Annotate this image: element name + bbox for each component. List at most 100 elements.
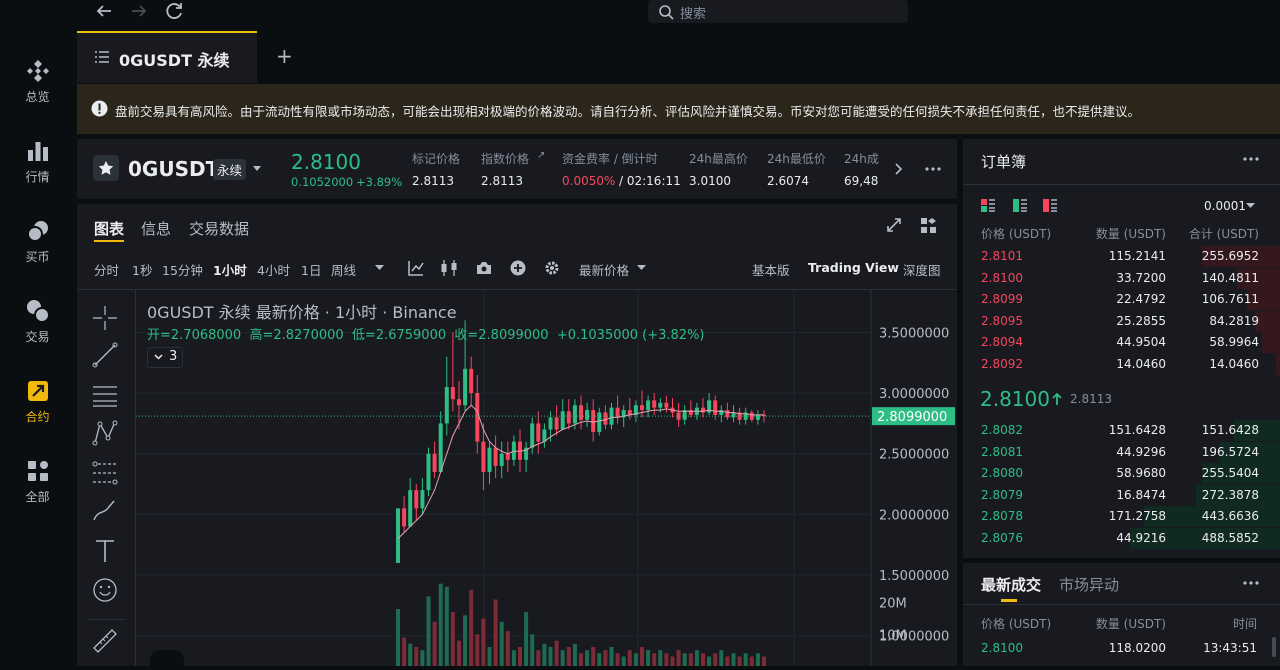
bid-row[interactable]: 2.807916.8474272.3878 [963,485,1280,506]
order-total: 14.0460 [1209,357,1259,371]
volume-bar [420,650,424,666]
price-type-select[interactable]: 最新价格 [579,260,629,279]
chevron-down-icon[interactable] [1246,203,1255,209]
funding-rate-value: 0.0050% [562,174,615,188]
favorite-button[interactable] [93,155,119,181]
chevron-right-icon[interactable] [895,163,903,175]
risk-warning-banner: 盘前交易具有高风险。由于流动性有限或市场动态，可能会出现相对极端的价格波动。请自… [77,84,1280,134]
indicator-toggle[interactable]: 3 [147,347,183,368]
camera-icon[interactable] [476,261,492,275]
left-sidebar: 总览 行情 买币 交易 合约 全部 [0,30,75,666]
bid-row[interactable]: 2.808058.9680255.5404 [963,463,1280,484]
chevron-down-icon[interactable] [253,166,261,172]
ask-row[interactable]: 2.809214.046014.0460 [963,354,1280,375]
order-book: 订单簿 0.0001 价格 (USDT) 数量 (USDT) 合计 (USDT)… [963,139,1280,558]
emoji-icon[interactable] [92,577,118,603]
interval-weekly[interactable]: 周线 [331,260,356,279]
external-link-icon[interactable]: ↗ [537,150,545,161]
interval-15m[interactable]: 15分钟 [162,260,203,279]
trendline-icon[interactable] [92,342,118,368]
bid-row[interactable]: 2.807644.9216488.5852 [963,528,1280,549]
price-type-dropdown-icon[interactable] [637,265,646,271]
interval-1d[interactable]: 1日 [301,260,321,279]
sidebar-item-buy-crypto[interactable]: 买币 [0,218,75,288]
forward-arrow-icon[interactable] [130,3,148,19]
search-placeholder: 搜索 [680,3,706,22]
view-asks-icon[interactable] [1043,199,1057,212]
ask-row[interactable]: 2.8101115.2141255.6952 [963,246,1280,267]
candle-body [512,442,516,460]
ob-header-price: 价格 (USDT) [981,225,1051,242]
tab-recent-trades[interactable]: 最新成交 [981,574,1041,595]
candle-body [457,399,461,405]
funding-countdown: / 02:16:11 [619,174,681,188]
volume-bar [475,634,479,666]
indicator-icon[interactable] [408,260,424,276]
sidebar-item-futures[interactable]: 合约 [0,378,75,448]
volume-bar [750,657,754,667]
price-tick-label: 3.5000000 [879,326,949,341]
back-arrow-icon[interactable] [95,3,113,19]
tab-market-movers[interactable]: 市场异动 [1059,574,1119,595]
view-basic[interactable]: 基本版 [752,260,790,279]
pattern-icon[interactable] [92,420,118,446]
view-tradingview[interactable]: Trading View [808,260,899,275]
bid-row[interactable]: 2.8078171.2758443.6636 [963,506,1280,527]
more-icon[interactable] [1243,157,1259,161]
sidebar-item-markets[interactable]: 行情 [0,138,75,208]
view-both-icon[interactable] [981,199,995,212]
price-tick-label: 2.0000000 [879,508,949,523]
sidebar-item-trade[interactable]: 交易 [0,298,75,368]
candlestick-chart[interactable]: 3.50000003.00000002.50000002.00000001.50… [136,290,957,666]
ask-row[interactable]: 2.810033.7200140.4811 [963,268,1280,289]
volume-bar [439,584,443,666]
order-qty: 44.9504 [1116,335,1166,349]
bid-row[interactable]: 2.808144.9296196.5724 [963,442,1280,463]
candle-type-icon[interactable] [440,260,458,276]
volume-bar [762,657,766,667]
ruler-icon[interactable] [92,628,118,654]
ask-row[interactable]: 2.809525.285584.2819 [963,311,1280,332]
interval-timeline[interactable]: 分时 [94,260,119,279]
interval-dropdown-icon[interactable] [375,265,384,271]
horizontal-lines-icon[interactable] [92,382,118,408]
text-tool-icon[interactable] [92,538,118,564]
interval-4h[interactable]: 4小时 [257,260,290,279]
brush-icon[interactable] [92,498,118,524]
view-bids-icon[interactable] [1013,199,1027,212]
tab-chart[interactable]: 图表 [94,218,124,239]
refresh-icon[interactable] [164,1,184,21]
add-tab-button[interactable]: + [276,44,293,68]
volume-bar [695,650,699,666]
layout-icon[interactable] [921,218,936,233]
ticker-symbol[interactable]: 0GUSDT [128,157,219,181]
more-icon[interactable] [925,167,941,171]
tab-trading-data[interactable]: 交易数据 [189,218,249,239]
active-tab-indicator [94,240,124,242]
tab-symbol[interactable]: 0GUSDT 永续 [77,31,257,83]
candle-body [603,413,607,425]
orderbook-title: 订单簿 [981,151,1026,172]
volume-bar [494,600,498,667]
order-price: 2.8094 [981,335,1023,349]
sidebar-item-all[interactable]: 全部 [0,458,75,528]
settings-icon[interactable] [544,260,560,276]
scrollbar[interactable] [1272,637,1276,657]
precision-select[interactable]: 0.0001 [1204,199,1246,213]
bid-row[interactable]: 2.8082151.6428151.6428 [963,420,1280,441]
fib-icon[interactable] [92,460,118,486]
search-input[interactable]: 搜索 [648,0,908,23]
fullscreen-icon[interactable] [887,218,901,232]
interval-1h[interactable]: 1小时 [213,260,247,279]
sidebar-item-overview[interactable]: 总览 [0,58,75,128]
view-depth[interactable]: 深度图 [903,260,941,279]
volume-bar [628,650,632,666]
ask-row[interactable]: 2.809444.950458.9964 [963,332,1280,353]
more-icon[interactable] [1243,581,1259,585]
add-indicator-icon[interactable] [510,260,526,276]
futures-icon [25,378,51,404]
crosshair-icon[interactable] [92,305,118,331]
tab-info[interactable]: 信息 [141,218,171,239]
interval-1s[interactable]: 1秒 [132,260,152,279]
ask-row[interactable]: 2.809922.4792106.7611 [963,289,1280,310]
